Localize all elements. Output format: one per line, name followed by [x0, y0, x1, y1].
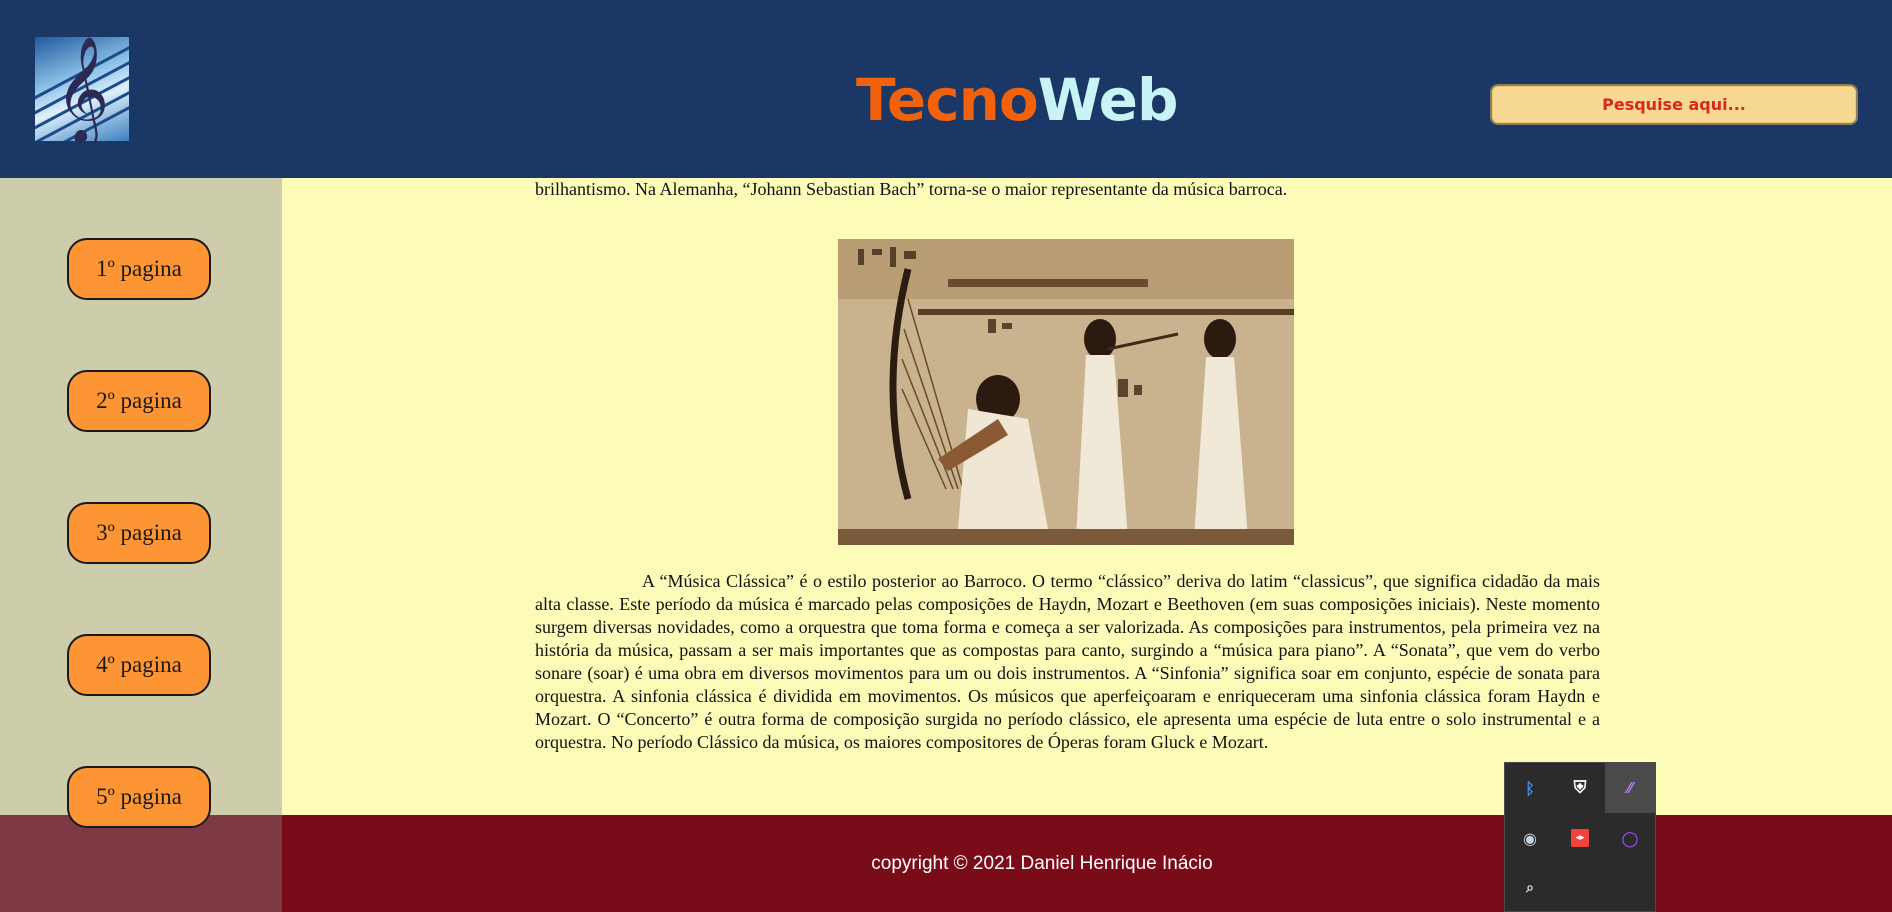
paragraph-classical-music: A “Música Clássica” é o estilo posterior…: [535, 571, 1600, 752]
tray-item-circle-app[interactable]: ○: [1605, 813, 1655, 863]
circle-app-icon: ○: [1621, 826, 1639, 850]
nav-button-page-4[interactable]: 4º pagina: [67, 634, 211, 696]
steam-icon: ◉: [1523, 828, 1537, 848]
magnifier-tool-icon: ⌕: [1526, 880, 1534, 896]
tray-item-pen[interactable]: ⁄⁄: [1605, 763, 1655, 813]
search-input[interactable]: Pesquise aqui...: [1490, 84, 1858, 125]
brand-part-web: Web: [1037, 66, 1179, 134]
system-tray-overflow: ᛒ ⛨ ⁄⁄ ◉ ◂▸ ○ ⌕: [1504, 762, 1656, 912]
bluetooth-icon: ᛒ: [1525, 778, 1535, 798]
tray-item-steam[interactable]: ◉: [1505, 813, 1555, 863]
treble-clef-icon[interactable]: 𝄞: [35, 37, 129, 141]
brand-logo[interactable]: TecnoWeb: [856, 60, 1179, 140]
tray-item-anydesk[interactable]: ◂▸: [1555, 813, 1605, 863]
security-shield-warning-icon: ⛨: [1573, 778, 1587, 798]
paragraph-baroque-end: brilhantismo. Na Alemanha, “Johann Sebas…: [535, 179, 1288, 199]
nav-button-page-5[interactable]: 5º pagina: [67, 766, 211, 828]
nav-button-page-3[interactable]: 3º pagina: [67, 502, 211, 564]
brand-part-tecno: Tecno: [856, 66, 1039, 134]
painting-illustration: [838, 239, 1294, 545]
pen-feather-icon: ⁄⁄: [1627, 779, 1633, 797]
tray-item-bluetooth[interactable]: ᛒ: [1505, 763, 1555, 813]
egyptian-musicians-painting: [838, 239, 1294, 545]
nav-button-page-2[interactable]: 2º pagina: [67, 370, 211, 432]
tray-item-magnifier[interactable]: ⌕: [1505, 863, 1555, 912]
nav-button-page-1[interactable]: 1º pagina: [67, 238, 211, 300]
tray-item-security[interactable]: ⛨: [1555, 763, 1605, 813]
site-header: 𝄞 TecnoWeb Pesquise aqui...: [0, 0, 1892, 178]
anydesk-icon: ◂▸: [1571, 829, 1589, 847]
